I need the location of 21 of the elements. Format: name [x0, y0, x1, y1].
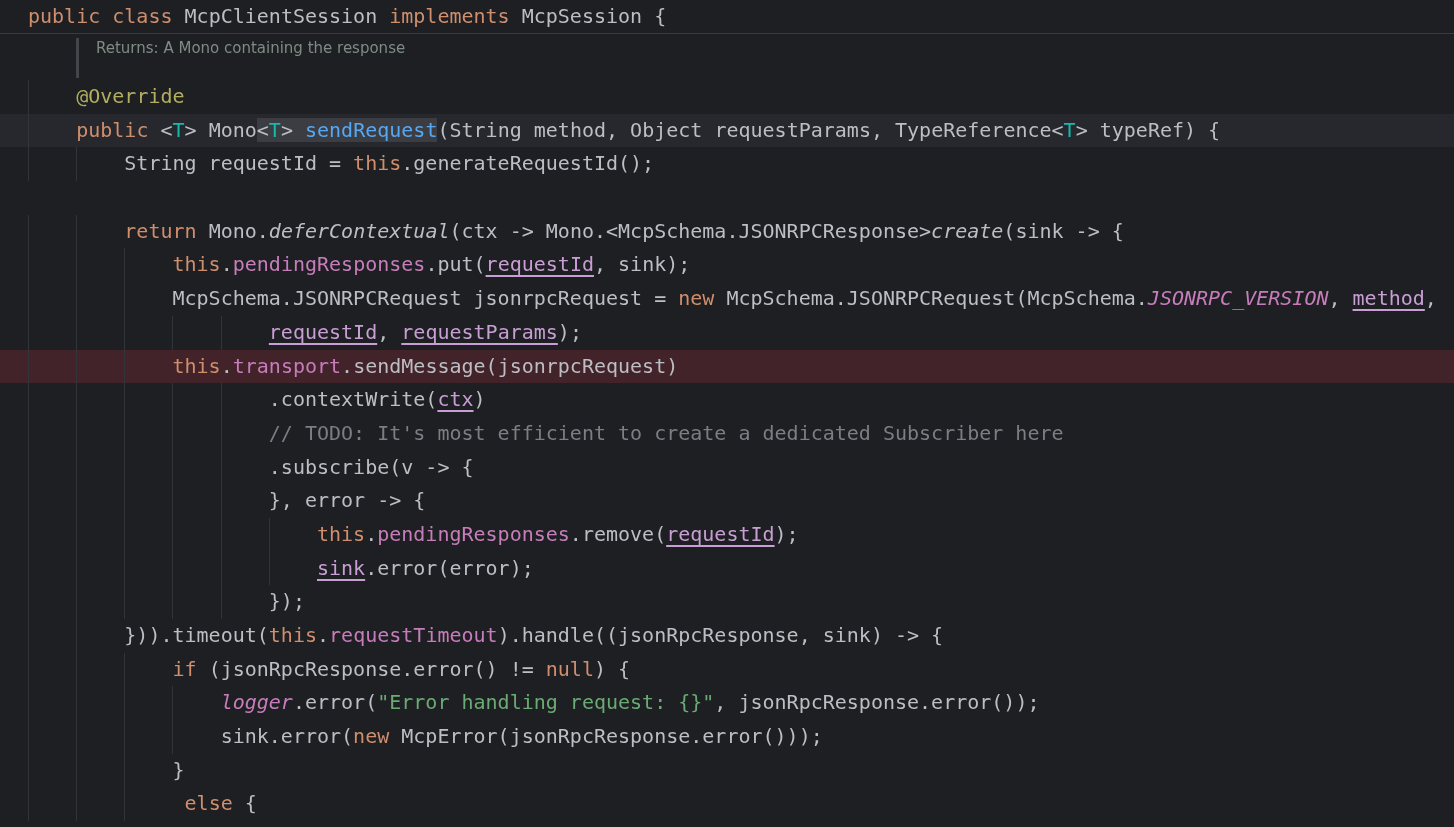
code-line: logger.error("Error handling request: {}", jsonRpcResponse.error());: [0, 686, 1454, 721]
code-line: String requestId = this.generateRequestId();: [0, 147, 1454, 182]
code-line: @Override: [0, 80, 1454, 114]
code-line: sink.error(new McpError(jsonRpcResponse.error()));: [0, 720, 1454, 754]
code-line: }, error -> {: [0, 484, 1454, 518]
code-line: this.pendingResponses.remove(requestId);: [0, 517, 1454, 552]
code-line: sink.error(error);: [0, 551, 1454, 586]
code-line: else {: [0, 787, 1454, 822]
code-line: requestId, requestParams);: [0, 315, 1454, 350]
code-line: .subscribe(v -> {: [0, 450, 1454, 485]
code-line: }: [0, 753, 1454, 788]
code-line: if (jsonRpcResponse.error() != null) {: [0, 652, 1454, 687]
code-line: this.pendingResponses.put(requestId, sink);: [0, 248, 1454, 283]
code-line: })).timeout(this.requestTimeout).handle((jsonRpcResponse, sink) -> {: [0, 619, 1454, 653]
doc-comment: Returns: A Mono containing the response: [76, 38, 406, 78]
code-line: return Mono.deferContextual(ctx -> Mono.<McpSchema.JSONRPCResponse>create(sink -> {: [0, 214, 1454, 249]
code-line: public class McpClientSession implements McpSession {: [0, 0, 1454, 34]
code-line: McpSchema.JSONRPCRequest jsonrpcRequest = new McpSchema.JSONRPCRequest(McpSchema.JSONRPC_VERSION, method,: [0, 282, 1454, 316]
code-line: // TODO: It's most efficient to create a dedicated Subscriber here: [0, 416, 1454, 451]
code-line: });: [0, 585, 1454, 619]
code-line: .contextWrite(ctx): [0, 383, 1454, 417]
